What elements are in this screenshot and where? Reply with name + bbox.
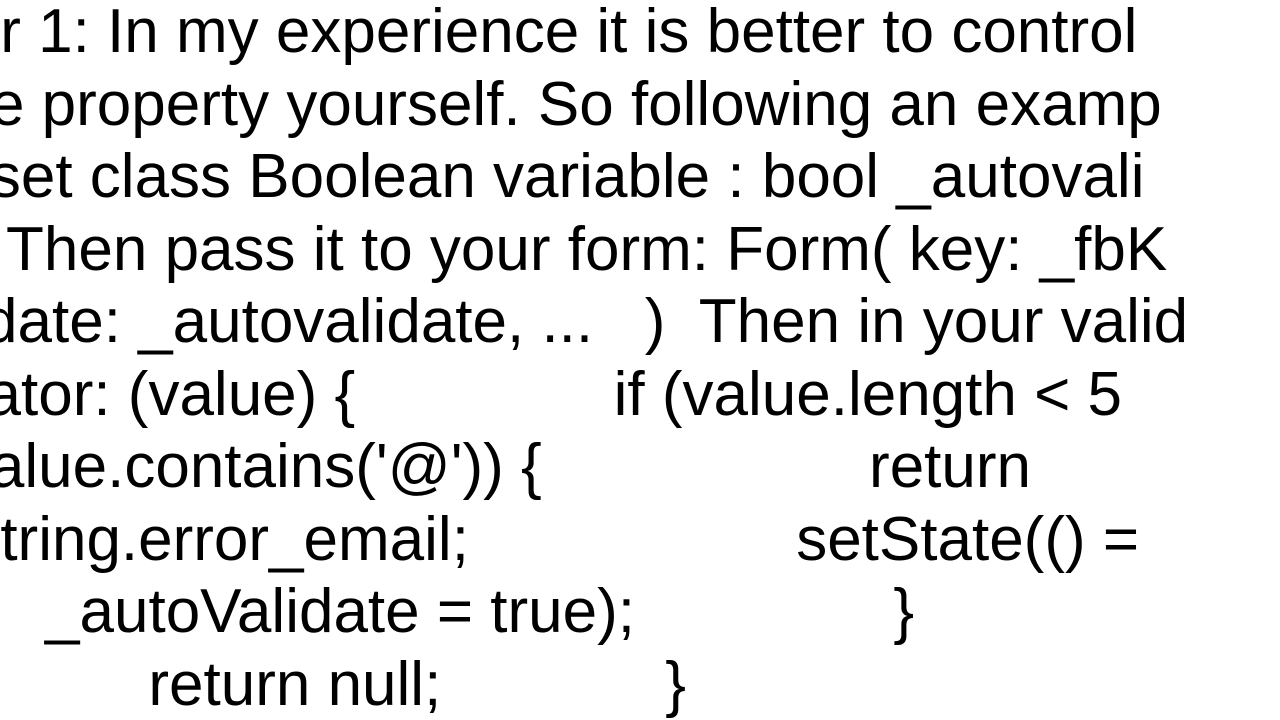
line-3: se; Then pass it to your form: Form( key… [0,215,1167,284]
line-8: _autoValidate = true); } [0,577,1052,646]
line-6: !value.contains('@')) { return [0,432,1048,501]
line-9: return null; } [0,650,686,719]
line-7: ppString.error_email; setState(() = [0,505,1139,574]
line-2: irst set class Boolean variable : bool _… [0,142,1144,211]
line-5: alidator: (value) { if (value.length < 5 [0,360,1122,429]
line-4: validate: _autovalidate, ... ) Then in y… [0,287,1188,356]
line-1: idate property yourself. So following an… [0,70,1162,139]
line-0: swer 1: In my experience it is better to… [0,0,1155,66]
text-block: swer 1: In my experience it is better to… [0,0,1170,720]
